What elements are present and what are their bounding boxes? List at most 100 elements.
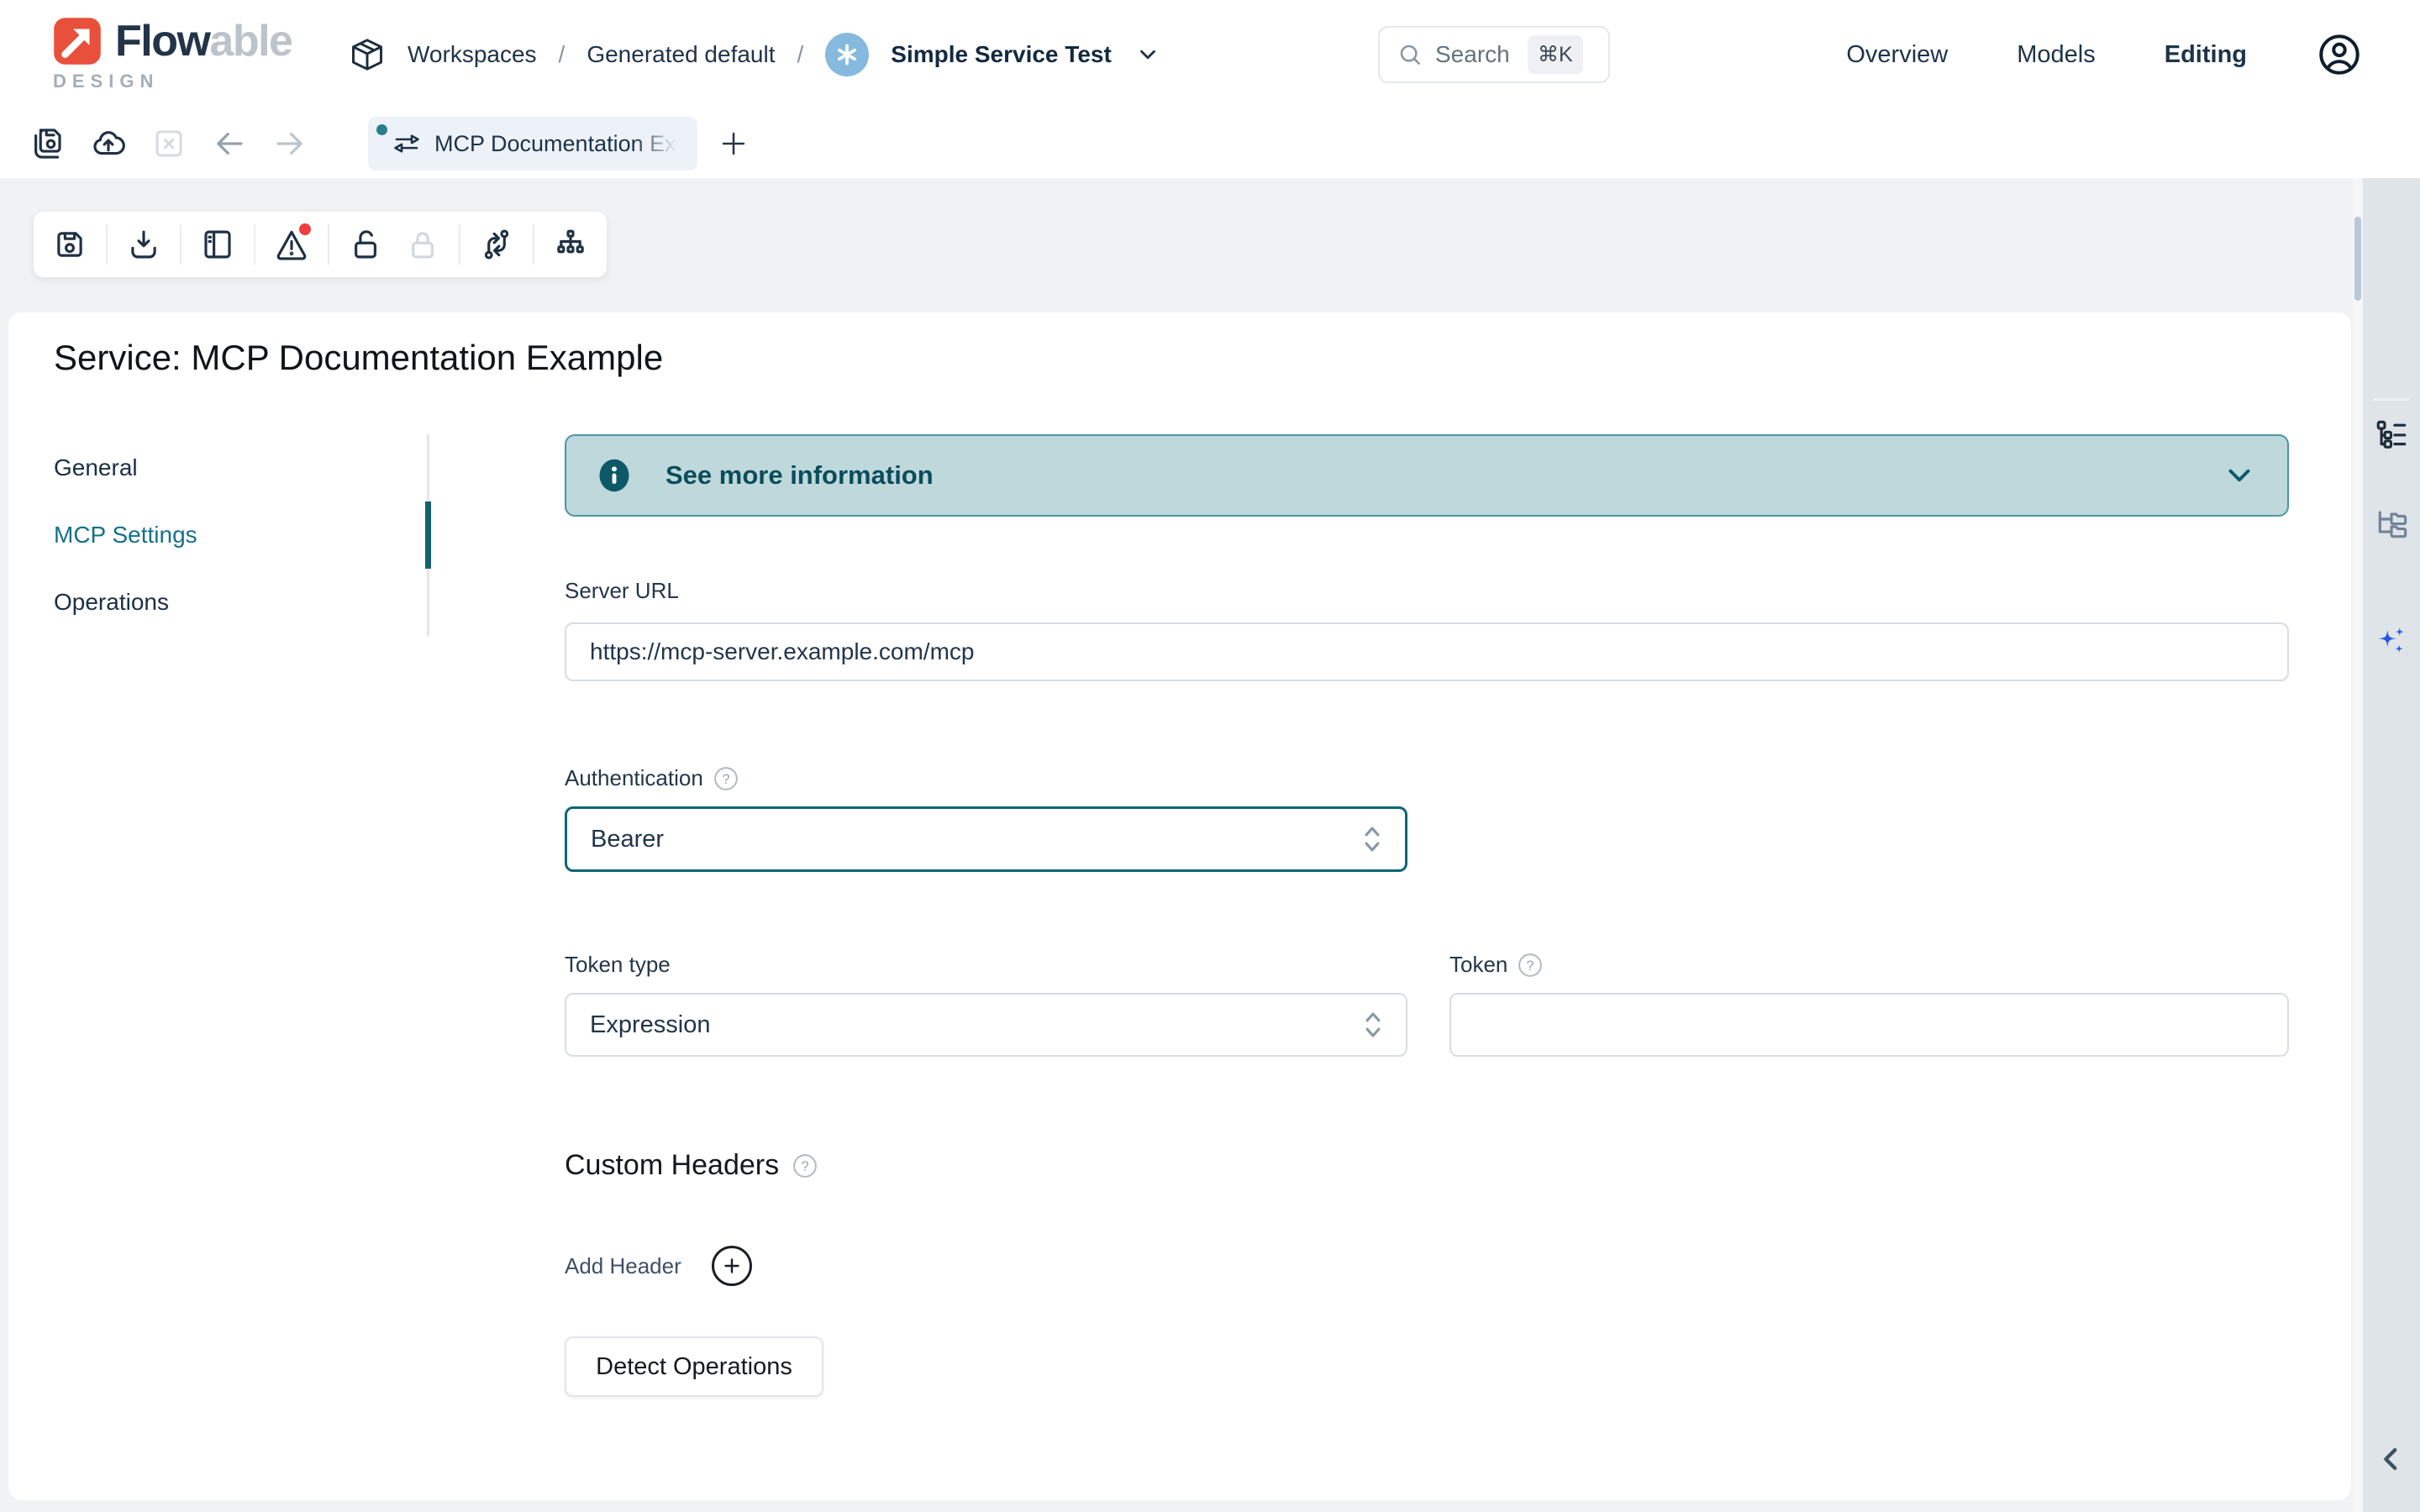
info-banner-label: See more information — [666, 460, 934, 491]
token-type-value: Expression — [590, 1011, 710, 1039]
help-icon[interactable]: ? — [1518, 953, 1543, 978]
download-icon — [126, 227, 161, 262]
workspace: Service: MCP Documentation Example Gener… — [0, 178, 2420, 1512]
search-icon — [1397, 41, 1423, 68]
unlock-icon — [348, 227, 383, 262]
hierarchy-button[interactable] — [553, 227, 588, 262]
editor-toolbar — [34, 212, 607, 277]
plus-icon — [718, 128, 750, 160]
breadcrumb-separator: / — [797, 41, 804, 68]
authentication-value: Bearer — [591, 826, 664, 853]
page-title: Service: MCP Documentation Example — [54, 338, 663, 378]
breadcrumb-workspaces[interactable]: Workspaces — [408, 41, 537, 68]
detect-operations-button[interactable]: Detect Operations — [565, 1336, 823, 1397]
scrollbar-thumb[interactable] — [2354, 217, 2361, 301]
select-stepper-icon — [1360, 823, 1385, 855]
save-icon — [52, 227, 87, 262]
search-shortcut-badge: ⌘K — [1528, 35, 1583, 74]
flowable-wordmark: Flowable — [115, 19, 292, 63]
svg-text:?: ? — [802, 1158, 809, 1173]
save-button[interactable] — [52, 227, 87, 262]
close-square-icon — [151, 126, 187, 161]
info-banner[interactable]: See more information — [565, 434, 2289, 517]
editor-main: Service: MCP Documentation Example Gener… — [0, 178, 2353, 1512]
user-avatar-icon[interactable] — [2316, 31, 2363, 78]
svg-text:?: ? — [1527, 958, 1534, 973]
arrow-left-icon — [212, 126, 247, 161]
model-tab-strip: MCP Documentation Ex — [0, 109, 2420, 178]
cloud-upload-icon — [91, 126, 126, 161]
nav-models[interactable]: Models — [2017, 41, 2096, 69]
lock-button — [405, 227, 440, 262]
tab-mcp-settings[interactable]: MCP Settings — [54, 501, 427, 569]
right-rail — [2363, 178, 2420, 1512]
server-url-input[interactable] — [565, 622, 2289, 681]
hierarchy-icon — [553, 227, 588, 262]
nav-editing[interactable]: Editing — [2165, 41, 2247, 69]
token-type-select[interactable]: Expression — [565, 993, 1407, 1057]
custom-headers-heading: Custom Headers — [565, 1149, 779, 1182]
breadcrumb: Workspaces / Generated default / Simple … — [349, 0, 1160, 109]
authentication-select[interactable]: Bearer — [565, 806, 1407, 872]
chevron-down-icon[interactable] — [1135, 42, 1160, 67]
main-scrollbar[interactable] — [2353, 178, 2363, 1512]
compare-versions-button[interactable] — [479, 227, 514, 262]
flowable-logo-icon — [53, 17, 102, 66]
header-nav: Overview Models Editing — [1846, 0, 2363, 109]
token-input[interactable] — [1449, 993, 2289, 1057]
workspace-cube-icon — [349, 36, 386, 73]
model-tree-icon[interactable] — [2374, 418, 2409, 454]
publish-button[interactable] — [91, 126, 126, 161]
collapse-chevron-icon[interactable] — [2375, 1442, 2408, 1476]
add-header-label: Add Header — [565, 1253, 681, 1279]
folder-tree-icon[interactable] — [2374, 507, 2409, 543]
flowable-logo[interactable]: Flowable DESIGN — [53, 17, 292, 92]
save-all-button[interactable] — [30, 126, 66, 161]
tab-general[interactable]: General — [54, 434, 427, 501]
app-header: Flowable DESIGN Workspaces / Generated d… — [0, 0, 2420, 109]
banner-chevron-down-icon[interactable] — [2222, 458, 2257, 493]
breadcrumb-workspace-name[interactable]: Generated default — [587, 41, 775, 68]
download-button[interactable] — [126, 227, 161, 262]
model-tab-label: MCP Documentation Ex — [434, 131, 676, 157]
unlock-button[interactable] — [348, 227, 383, 262]
asterisk-icon — [835, 43, 859, 66]
search-input[interactable] — [1435, 41, 1516, 68]
global-search[interactable]: ⌘K — [1378, 26, 1610, 83]
arrow-right-icon — [272, 126, 308, 161]
undo-button — [212, 126, 247, 161]
token-type-label: Token type — [565, 952, 1407, 978]
select-stepper-icon — [1360, 1009, 1386, 1041]
panel-layout-button[interactable] — [200, 227, 235, 262]
save-all-icon — [30, 126, 66, 161]
redo-button — [272, 126, 308, 161]
rail-divider — [2373, 398, 2410, 401]
token-label: Token — [1449, 952, 1507, 978]
new-tab-button[interactable] — [718, 128, 750, 160]
breadcrumb-model-name[interactable]: Simple Service Test — [891, 41, 1112, 68]
help-icon[interactable]: ? — [792, 1153, 818, 1179]
help-icon[interactable]: ? — [713, 766, 739, 791]
svg-text:?: ? — [722, 771, 729, 786]
product-name: DESIGN — [53, 71, 292, 92]
editor-side-tabs: General MCP Settings Operations — [54, 434, 427, 636]
unsaved-changes-dot — [376, 124, 387, 135]
ai-sparkles-icon[interactable] — [2374, 623, 2409, 659]
tab-operations[interactable]: Operations — [54, 569, 427, 636]
breadcrumb-separator: / — [559, 41, 566, 68]
panel-layout-icon — [200, 227, 235, 262]
add-header-button[interactable] — [712, 1246, 752, 1286]
active-tab-indicator — [425, 501, 431, 569]
server-url-label: Server URL — [565, 578, 2289, 604]
lock-icon — [405, 227, 440, 262]
validation-warning-button[interactable] — [274, 227, 309, 262]
info-icon — [597, 458, 632, 493]
service-model-badge — [825, 33, 869, 76]
warning-badge — [299, 223, 311, 235]
close-model-button — [151, 126, 187, 161]
compare-versions-icon — [479, 227, 514, 262]
authentication-label: Authentication — [565, 765, 703, 791]
nav-overview[interactable]: Overview — [1846, 41, 1948, 69]
model-tab-active[interactable]: MCP Documentation Ex — [368, 117, 697, 171]
plus-icon — [722, 1256, 742, 1276]
